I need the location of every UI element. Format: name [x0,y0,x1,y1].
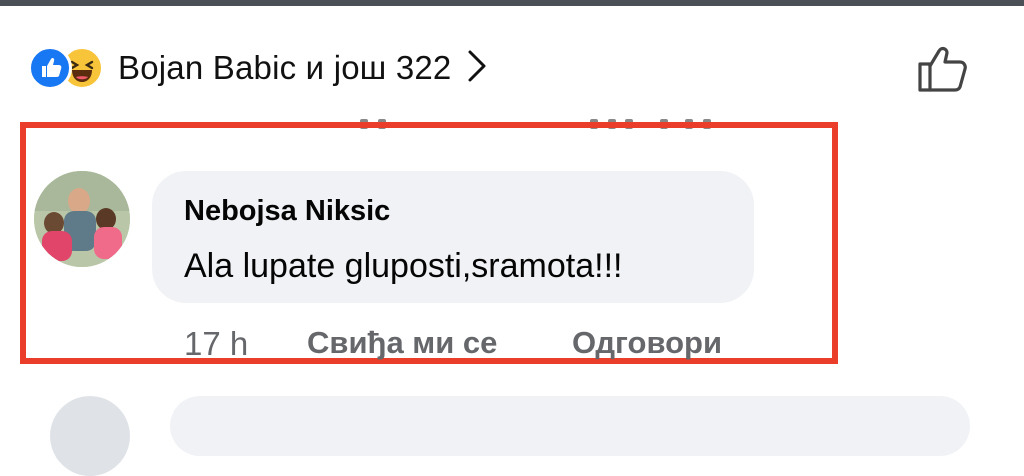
next-comment-bubble[interactable] [170,396,970,456]
comment-text: Ala lupate gluposti,sramota!!! [184,247,623,285]
like-reaction-icon [28,46,72,90]
reactions-summary[interactable]: Bojan Babic и још 322 [28,40,487,96]
avatar[interactable] [34,171,130,267]
comment-author[interactable]: Nebojsa Niksic [184,195,390,228]
thumbs-up-icon[interactable] [916,40,972,99]
next-comment-avatar[interactable] [50,396,130,476]
reactors-text[interactable]: Bojan Babic и још 322 [118,49,451,87]
comment-timestamp[interactable]: 17 h [184,325,248,363]
reply-button[interactable]: Одговори [572,325,722,361]
chevron-right-icon[interactable] [467,49,487,88]
top-divider-bar [0,0,1024,6]
comment-bubble[interactable]: Nebojsa Niksic Ala lupate gluposti,sramo… [152,171,754,303]
like-comment-button[interactable]: Свиђа ми се [307,325,497,361]
